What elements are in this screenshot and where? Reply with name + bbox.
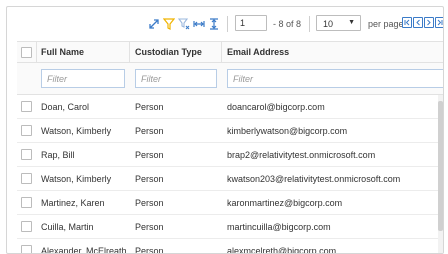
custodian-type-cell: Person <box>135 222 164 232</box>
full-name-cell: Watson, Kimberly <box>41 174 112 184</box>
fit-columns-icon[interactable] <box>193 18 205 30</box>
email-cell: kwatson203@relativitytest.onmicrosoft.co… <box>227 174 401 184</box>
clear-filter-icon[interactable] <box>178 18 190 30</box>
table-row[interactable]: Alexander, McElreath Person alexmcelreth… <box>17 239 439 254</box>
column-divider <box>129 42 130 62</box>
email-cell: alexmcelreth@bigcorp.com <box>227 246 337 254</box>
custodian-grid-panel: - 8 of 8 10 ▼ per page Full Name Custodi… <box>6 6 444 254</box>
next-page-button[interactable] <box>424 17 434 28</box>
email-address-filter-input[interactable] <box>227 69 443 88</box>
table-header-row: Full Name Custodian Type Email Address <box>17 41 443 63</box>
previous-page-button[interactable] <box>413 17 423 28</box>
scrollbar-thumb[interactable] <box>438 101 443 231</box>
custodian-type-cell: Person <box>135 102 164 112</box>
expand-icon[interactable] <box>148 18 160 30</box>
grid-toolbar: - 8 of 8 10 ▼ per page <box>7 7 443 41</box>
table-row[interactable]: Cuilla, Martin Person martincuilla@bigco… <box>17 215 439 239</box>
table-row[interactable]: Doan, Carol Person doancarol@bigcorp.com <box>17 95 439 119</box>
custodian-table: Full Name Custodian Type Email Address D… <box>17 41 443 253</box>
email-cell: kimberlywatson@bigcorp.com <box>227 126 348 136</box>
full-name-cell: Alexander, McElreath <box>41 246 127 254</box>
email-cell: martincuilla@bigcorp.com <box>227 222 331 232</box>
table-body: Doan, Carol Person doancarol@bigcorp.com… <box>17 95 439 254</box>
auto-size-icon[interactable] <box>208 18 220 30</box>
column-divider <box>221 42 222 62</box>
row-checkbox[interactable] <box>21 221 32 232</box>
custodian-type-cell: Person <box>135 150 164 160</box>
first-page-button[interactable] <box>402 17 412 28</box>
full-name-cell: Rap, Bill <box>41 150 75 160</box>
column-header-email-address[interactable]: Email Address <box>227 47 289 57</box>
custodian-type-cell: Person <box>135 174 164 184</box>
select-all-checkbox[interactable] <box>21 47 32 58</box>
column-divider <box>36 42 37 62</box>
filter-icon[interactable] <box>163 18 175 30</box>
vertical-scrollbar[interactable] <box>438 95 443 253</box>
custodian-type-cell: Person <box>135 246 164 254</box>
page-count-label: - 8 of 8 <box>273 19 302 29</box>
table-row[interactable]: Martinez, Karen Person karonmartinez@big… <box>17 191 439 215</box>
row-checkbox[interactable] <box>21 197 32 208</box>
custodian-type-filter-input[interactable] <box>135 69 217 88</box>
page-size-label: per page <box>368 19 404 29</box>
column-header-custodian-type[interactable]: Custodian Type <box>135 47 202 57</box>
full-name-cell: Watson, Kimberly <box>41 126 112 136</box>
table-row[interactable]: Watson, Kimberly Person kimberlywatson@b… <box>17 119 439 143</box>
column-header-full-name[interactable]: Full Name <box>41 47 84 57</box>
full-name-cell: Cuilla, Martin <box>41 222 94 232</box>
full-name-cell: Doan, Carol <box>41 102 90 112</box>
row-checkbox[interactable] <box>21 173 32 184</box>
row-checkbox[interactable] <box>21 245 32 253</box>
email-cell: brap2@relativitytest.onmicrosoft.com <box>227 150 376 160</box>
table-row[interactable]: Rap, Bill Person brap2@relativitytest.on… <box>17 143 439 167</box>
row-checkbox[interactable] <box>21 125 32 136</box>
full-name-cell: Martinez, Karen <box>41 198 105 208</box>
page-size-value: 10 <box>323 19 334 29</box>
email-cell: doancarol@bigcorp.com <box>227 102 325 112</box>
page-size-select[interactable]: 10 ▼ <box>316 15 361 31</box>
table-row[interactable]: Watson, Kimberly Person kwatson203@relat… <box>17 167 439 191</box>
toolbar-divider <box>227 16 228 32</box>
custodian-type-cell: Person <box>135 198 164 208</box>
email-cell: karonmartinez@bigcorp.com <box>227 198 343 208</box>
full-name-filter-input[interactable] <box>41 69 125 88</box>
toolbar-divider <box>309 16 310 32</box>
page-number-input[interactable] <box>235 15 267 31</box>
row-checkbox[interactable] <box>21 149 32 160</box>
row-checkbox[interactable] <box>21 101 32 112</box>
filter-row <box>17 63 443 95</box>
caret-down-icon: ▼ <box>348 19 355 26</box>
last-page-button[interactable] <box>435 17 443 28</box>
custodian-type-cell: Person <box>135 126 164 136</box>
